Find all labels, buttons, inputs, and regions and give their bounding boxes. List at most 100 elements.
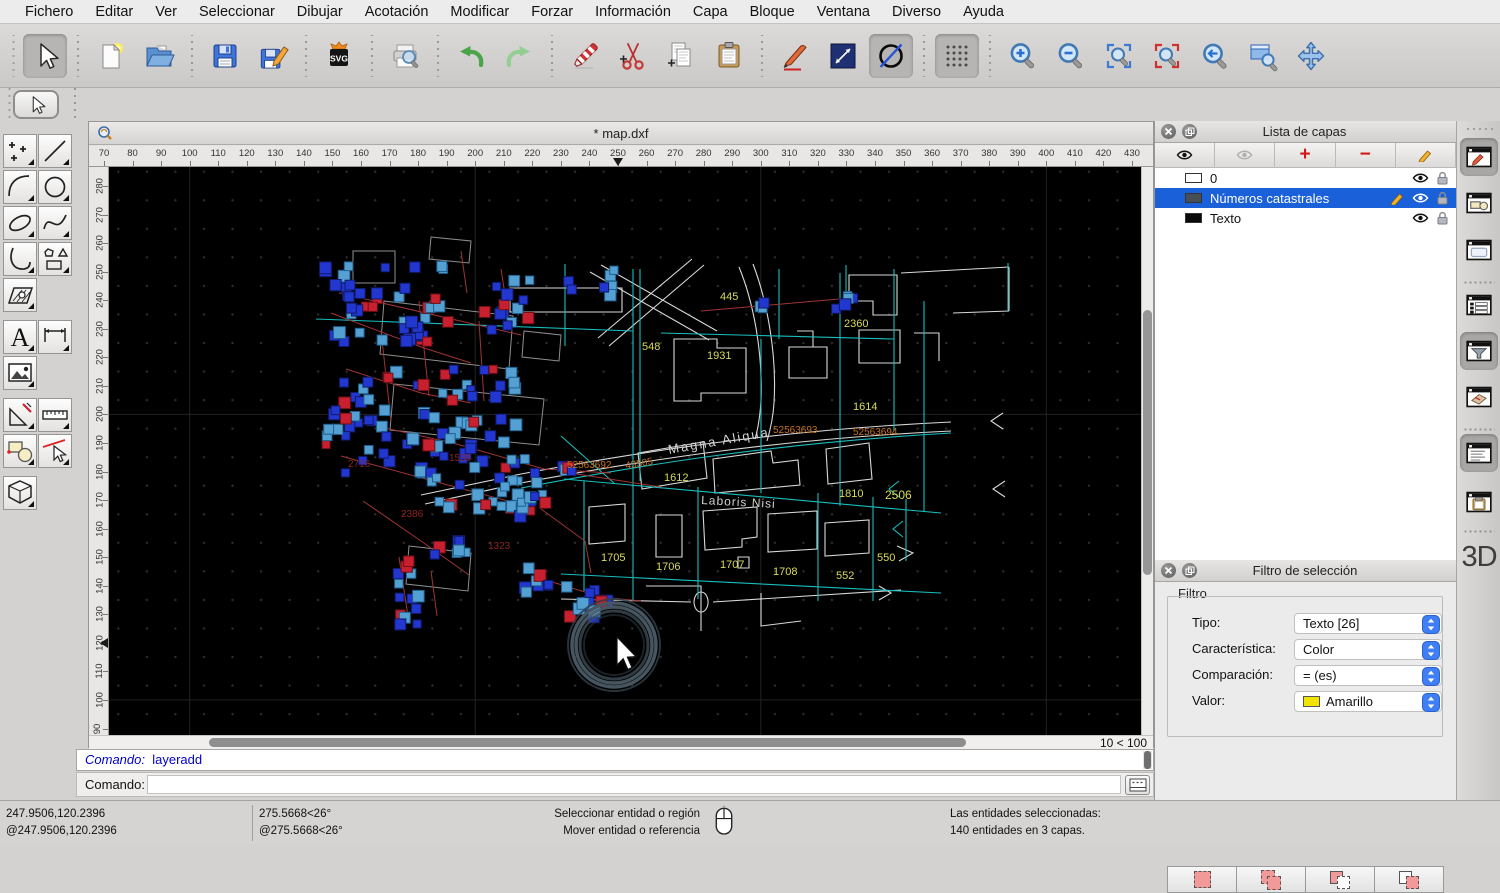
paste-button[interactable]: [707, 34, 751, 78]
selection-filter-panel-button[interactable]: [1460, 332, 1498, 370]
tool-spline-button[interactable]: [38, 206, 72, 240]
tool-hatch-button[interactable]: [3, 278, 37, 312]
tool-polyline-button[interactable]: [3, 242, 37, 276]
filter-valor-select[interactable]: Amarillo: [1294, 691, 1442, 712]
toolbar-drag-handle[interactable]: [9, 35, 18, 77]
select-matching-button[interactable]: [1167, 866, 1237, 893]
menu-acotacion[interactable]: Acotación: [354, 4, 440, 20]
zoom-window-button[interactable]: [1241, 34, 1285, 78]
svg-export-button[interactable]: SVG: [317, 34, 361, 78]
zoom-selection-button[interactable]: [1145, 34, 1189, 78]
add-to-selection-button[interactable]: [1237, 866, 1306, 893]
print-preview-button[interactable]: [383, 34, 427, 78]
select-arrow-button[interactable]: [23, 34, 67, 78]
remove-layer-button[interactable]: −: [1336, 143, 1396, 167]
menu-seleccionar[interactable]: Seleccionar: [188, 4, 286, 20]
cut-button[interactable]: [611, 34, 655, 78]
command-input[interactable]: [147, 775, 1121, 794]
close-panel-icon[interactable]: [1161, 563, 1176, 578]
zoom-auto-button[interactable]: [1097, 34, 1141, 78]
tool-image-button[interactable]: [3, 356, 37, 390]
history-scroll-thumb[interactable]: [1144, 751, 1151, 769]
tool-modify-shapes-button[interactable]: [3, 434, 37, 468]
stepper-icon[interactable]: [1422, 641, 1440, 663]
edit-layer-button[interactable]: [1396, 143, 1456, 167]
stepper-icon[interactable]: [1422, 693, 1440, 715]
detach-panel-icon[interactable]: [1182, 124, 1197, 139]
tool-points-button[interactable]: [3, 134, 37, 168]
hide-all-layers-button[interactable]: [1215, 143, 1275, 167]
zoom-previous-button[interactable]: [1193, 34, 1237, 78]
dock-drag-handle[interactable]: [1465, 127, 1493, 131]
library-browser-panel-button[interactable]: [1460, 184, 1498, 222]
grid-toggle-button[interactable]: [935, 34, 979, 78]
draw-pencil-button[interactable]: [773, 34, 817, 78]
remove-from-selection-button[interactable]: [1306, 866, 1375, 893]
save-as-button[interactable]: [251, 34, 295, 78]
layer-color-swatch[interactable]: [1185, 193, 1202, 203]
3d-mode-label[interactable]: 3D: [1457, 541, 1500, 574]
menu-editar[interactable]: Editar: [84, 4, 144, 20]
undo-button[interactable]: [449, 34, 493, 78]
stepper-icon[interactable]: [1422, 667, 1440, 689]
tool-arc-button[interactable]: [3, 170, 37, 204]
clipboard-panel-button[interactable]: [1460, 483, 1498, 521]
tool-shapes-button[interactable]: [38, 242, 72, 276]
layer-list-panel-button[interactable]: [1460, 286, 1498, 324]
block-list-panel-button[interactable]: [1460, 378, 1498, 416]
keyboard-toggle-button[interactable]: [1125, 775, 1150, 795]
tool-text-button[interactable]: A: [3, 320, 37, 354]
tool-line-button[interactable]: [38, 134, 72, 168]
zoom-in-button[interactable]: [1001, 34, 1045, 78]
redo-button[interactable]: [497, 34, 541, 78]
copy-button[interactable]: [659, 34, 703, 78]
history-scrollbar[interactable]: [1143, 751, 1152, 769]
zoom-out-button[interactable]: [1049, 34, 1093, 78]
layer-visibility-icon[interactable]: [1412, 172, 1429, 184]
intersect-selection-button[interactable]: [1375, 866, 1444, 893]
tool-measure-button[interactable]: [38, 398, 72, 432]
detach-panel-icon[interactable]: [1182, 563, 1197, 578]
menu-ver[interactable]: Ver: [144, 4, 188, 20]
preview-panel-button[interactable]: [1460, 231, 1498, 269]
menu-diverso[interactable]: Diverso: [881, 4, 952, 20]
selection-pointer-button[interactable]: [13, 90, 59, 119]
layer-color-swatch[interactable]: [1185, 173, 1202, 183]
show-all-layers-button[interactable]: [1155, 143, 1215, 167]
menu-capa[interactable]: Capa: [682, 4, 739, 20]
drawing-canvas[interactable]: 4452360548193116141612181025061705170617…: [109, 167, 1141, 735]
tool-circle-button[interactable]: [38, 170, 72, 204]
layer-row-texto[interactable]: Texto: [1155, 208, 1456, 228]
layer-row-nu-meros-catastrales[interactable]: Números catastrales: [1155, 188, 1456, 208]
layer-visibility-icon[interactable]: [1412, 192, 1429, 204]
zoom-pan-button[interactable]: [1289, 34, 1333, 78]
tool-select-entities-button[interactable]: [38, 434, 72, 468]
layer-visibility-icon[interactable]: [1412, 212, 1429, 224]
property-editor-panel-button[interactable]: [1460, 138, 1498, 176]
menu-ventana[interactable]: Ventana: [806, 4, 881, 20]
layer-lock-icon[interactable]: [1436, 171, 1449, 185]
menu-informacion[interactable]: Información: [584, 4, 682, 20]
new-file-button[interactable]: [89, 34, 133, 78]
tool-drafting-tools-button[interactable]: [3, 398, 37, 432]
tool-ellipse-button[interactable]: [3, 206, 37, 240]
hscroll-thumb[interactable]: [209, 738, 966, 747]
canvas-horizontal-scrollbar[interactable]: [89, 736, 1093, 750]
menu-ayuda[interactable]: Ayuda: [952, 4, 1015, 20]
menu-fichero[interactable]: Fichero: [14, 4, 84, 20]
menu-dibujar[interactable]: Dibujar: [286, 4, 354, 20]
layer-color-swatch[interactable]: [1185, 213, 1202, 223]
tool-dimension-button[interactable]: [38, 320, 72, 354]
layer-row-0[interactable]: 0: [1155, 168, 1456, 188]
layer-lock-icon[interactable]: [1436, 211, 1449, 225]
menu-forzar[interactable]: Forzar: [520, 4, 584, 20]
filter-caracterstica-select[interactable]: Color: [1294, 639, 1442, 660]
erase-button[interactable]: [563, 34, 607, 78]
tool-solid-3d-button[interactable]: [3, 476, 37, 510]
canvas-vertical-scrollbar[interactable]: [1141, 167, 1153, 735]
close-panel-icon[interactable]: [1161, 124, 1176, 139]
filter-tipo-select[interactable]: Texto [26]: [1294, 613, 1442, 634]
layer-lock-icon[interactable]: [1436, 191, 1449, 205]
save-button[interactable]: [203, 34, 247, 78]
menu-bloque[interactable]: Bloque: [739, 4, 806, 20]
